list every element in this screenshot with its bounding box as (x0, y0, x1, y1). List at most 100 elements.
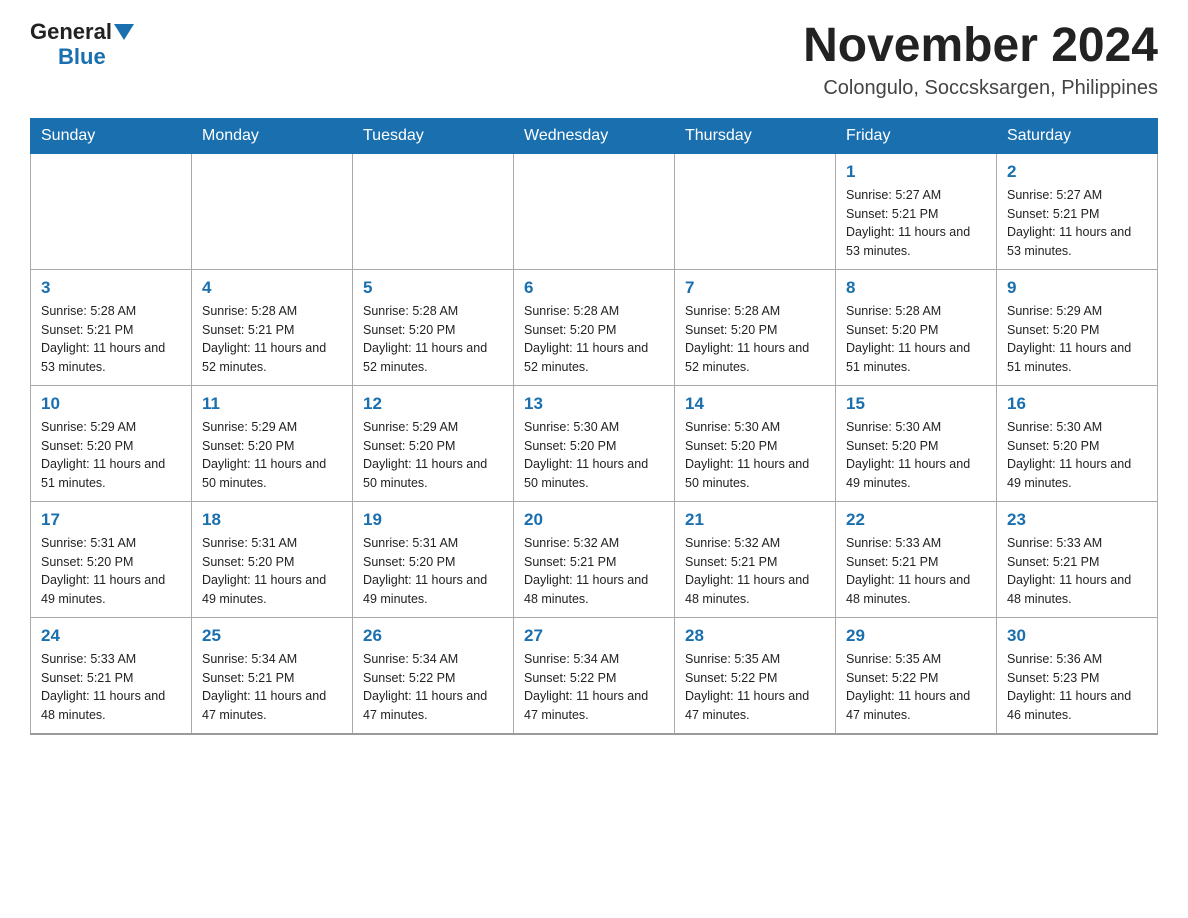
calendar-cell: 26Sunrise: 5:34 AM Sunset: 5:22 PM Dayli… (353, 617, 514, 734)
calendar-cell: 16 Sunrise: 5:30 AM Sunset: 5:20 PM Dayli… (997, 385, 1158, 501)
day-info: Sunrise: 5:29 AM Sunset: 5:20 PM Dayligh… (41, 418, 181, 493)
day-info: Sunrise: 5:30 AM Sunset: 5:20 PM Dayligh… (1007, 418, 1147, 493)
day-number: 21 (685, 510, 825, 530)
col-sunday: Sunday (31, 118, 192, 153)
day-number: 27 (524, 626, 664, 646)
calendar-cell (192, 153, 353, 269)
day-number: 18 (202, 510, 342, 530)
calendar-cell: 9Sunrise: 5:29 AM Sunset: 5:20 PM Daylig… (997, 269, 1158, 385)
day-info: Sunrise: 5:29 AM Sunset: 5:20 PM Dayligh… (1007, 302, 1147, 377)
day-info: Sunrise: 5:36 AM Sunset: 5:23 PM Dayligh… (1007, 650, 1147, 725)
day-info: Sunrise: 5:28 AM Sunset: 5:20 PM Dayligh… (846, 302, 986, 377)
day-info: Sunrise: 5:31 AM Sunset: 5:20 PM Dayligh… (363, 534, 503, 609)
calendar-body: 1 Sunrise: 5:27 AM Sunset: 5:21 PM Daylig… (31, 153, 1158, 734)
day-info: Sunrise: 5:31 AM Sunset: 5:20 PM Dayligh… (41, 534, 181, 609)
day-number: 7 (685, 278, 825, 298)
calendar-cell: 7 Sunrise: 5:28 AM Sunset: 5:20 PM Daylig… (675, 269, 836, 385)
calendar-cell: 28Sunrise: 5:35 AM Sunset: 5:22 PM Dayli… (675, 617, 836, 734)
day-info: Sunrise: 5:33 AM Sunset: 5:21 PM Dayligh… (846, 534, 986, 609)
day-info: Sunrise: 5:32 AM Sunset: 5:21 PM Dayligh… (524, 534, 664, 609)
calendar-cell: 2Sunrise: 5:27 AM Sunset: 5:21 PM Daylig… (997, 153, 1158, 269)
day-number: 17 (41, 510, 181, 530)
calendar-cell: 12 Sunrise: 5:29 AM Sunset: 5:20 PM Dayli… (353, 385, 514, 501)
calendar-cell: 15Sunrise: 5:30 AM Sunset: 5:20 PM Dayli… (836, 385, 997, 501)
day-number: 10 (41, 394, 181, 414)
calendar-cell: 6Sunrise: 5:28 AM Sunset: 5:20 PM Daylig… (514, 269, 675, 385)
day-info: Sunrise: 5:35 AM Sunset: 5:22 PM Dayligh… (846, 650, 986, 725)
col-friday: Friday (836, 118, 997, 153)
calendar-week-3: 10 Sunrise: 5:29 AM Sunset: 5:20 PM Dayli… (31, 385, 1158, 501)
calendar-cell: 17 Sunrise: 5:31 AM Sunset: 5:20 PM Dayli… (31, 501, 192, 617)
day-info: Sunrise: 5:32 AM Sunset: 5:21 PM Dayligh… (685, 534, 825, 609)
calendar-cell: 19 Sunrise: 5:31 AM Sunset: 5:20 PM Dayli… (353, 501, 514, 617)
day-info: Sunrise: 5:35 AM Sunset: 5:22 PM Dayligh… (685, 650, 825, 725)
calendar-cell: 3Sunrise: 5:28 AM Sunset: 5:21 PM Daylig… (31, 269, 192, 385)
day-number: 20 (524, 510, 664, 530)
calendar-cell: 25Sunrise: 5:34 AM Sunset: 5:21 PM Dayli… (192, 617, 353, 734)
calendar-cell: 24Sunrise: 5:33 AM Sunset: 5:21 PM Dayli… (31, 617, 192, 734)
day-number: 29 (846, 626, 986, 646)
calendar-week-4: 17 Sunrise: 5:31 AM Sunset: 5:20 PM Dayli… (31, 501, 1158, 617)
calendar-cell (675, 153, 836, 269)
day-info: Sunrise: 5:27 AM Sunset: 5:21 PM Dayligh… (846, 186, 986, 261)
calendar-cell (353, 153, 514, 269)
calendar-cell: 14Sunrise: 5:30 AM Sunset: 5:20 PM Dayli… (675, 385, 836, 501)
calendar-cell: 1 Sunrise: 5:27 AM Sunset: 5:21 PM Daylig… (836, 153, 997, 269)
calendar-week-2: 3Sunrise: 5:28 AM Sunset: 5:21 PM Daylig… (31, 269, 1158, 385)
day-number: 30 (1007, 626, 1147, 646)
calendar-cell: 10 Sunrise: 5:29 AM Sunset: 5:20 PM Dayli… (31, 385, 192, 501)
day-number: 1 (846, 162, 986, 182)
calendar-cell: 11 Sunrise: 5:29 AM Sunset: 5:20 PM Dayli… (192, 385, 353, 501)
calendar-cell: 21 Sunrise: 5:32 AM Sunset: 5:21 PM Dayli… (675, 501, 836, 617)
header-row: Sunday Monday Tuesday Wednesday Thursday… (31, 118, 1158, 153)
day-number: 16 (1007, 394, 1147, 414)
calendar-cell: 4Sunrise: 5:28 AM Sunset: 5:21 PM Daylig… (192, 269, 353, 385)
day-info: Sunrise: 5:30 AM Sunset: 5:20 PM Dayligh… (846, 418, 986, 493)
day-info: Sunrise: 5:28 AM Sunset: 5:20 PM Dayligh… (363, 302, 503, 377)
day-info: Sunrise: 5:27 AM Sunset: 5:21 PM Dayligh… (1007, 186, 1147, 261)
day-number: 22 (846, 510, 986, 530)
col-thursday: Thursday (675, 118, 836, 153)
day-info: Sunrise: 5:30 AM Sunset: 5:20 PM Dayligh… (524, 418, 664, 493)
day-info: Sunrise: 5:28 AM Sunset: 5:20 PM Dayligh… (685, 302, 825, 377)
calendar-cell: 29 Sunrise: 5:35 AM Sunset: 5:22 PM Dayli… (836, 617, 997, 734)
day-number: 12 (363, 394, 503, 414)
day-number: 6 (524, 278, 664, 298)
calendar-header: Sunday Monday Tuesday Wednesday Thursday… (31, 118, 1158, 153)
day-number: 5 (363, 278, 503, 298)
calendar-cell (31, 153, 192, 269)
calendar-cell: 8 Sunrise: 5:28 AM Sunset: 5:20 PM Daylig… (836, 269, 997, 385)
location-title: Colongulo, Soccsksargen, Philippines (803, 77, 1158, 100)
day-number: 13 (524, 394, 664, 414)
day-info: Sunrise: 5:33 AM Sunset: 5:21 PM Dayligh… (1007, 534, 1147, 609)
col-tuesday: Tuesday (353, 118, 514, 153)
day-info: Sunrise: 5:31 AM Sunset: 5:20 PM Dayligh… (202, 534, 342, 609)
day-info: Sunrise: 5:34 AM Sunset: 5:22 PM Dayligh… (524, 650, 664, 725)
day-info: Sunrise: 5:28 AM Sunset: 5:21 PM Dayligh… (41, 302, 181, 377)
calendar-cell: 13 Sunrise: 5:30 AM Sunset: 5:20 PM Dayli… (514, 385, 675, 501)
calendar-week-1: 1 Sunrise: 5:27 AM Sunset: 5:21 PM Daylig… (31, 153, 1158, 269)
logo-triangle-icon (114, 24, 134, 45)
day-info: Sunrise: 5:34 AM Sunset: 5:21 PM Dayligh… (202, 650, 342, 725)
calendar-cell: 27 Sunrise: 5:34 AM Sunset: 5:22 PM Dayli… (514, 617, 675, 734)
calendar-cell: 23Sunrise: 5:33 AM Sunset: 5:21 PM Dayli… (997, 501, 1158, 617)
calendar-week-5: 24Sunrise: 5:33 AM Sunset: 5:21 PM Dayli… (31, 617, 1158, 734)
day-info: Sunrise: 5:34 AM Sunset: 5:22 PM Dayligh… (363, 650, 503, 725)
logo-blue-text: Blue (58, 45, 106, 69)
col-monday: Monday (192, 118, 353, 153)
day-info: Sunrise: 5:29 AM Sunset: 5:20 PM Dayligh… (363, 418, 503, 493)
day-number: 19 (363, 510, 503, 530)
calendar-cell: 22 Sunrise: 5:33 AM Sunset: 5:21 PM Dayli… (836, 501, 997, 617)
day-number: 24 (41, 626, 181, 646)
day-number: 8 (846, 278, 986, 298)
month-title: November 2024 (803, 20, 1158, 73)
calendar-cell: 30 Sunrise: 5:36 AM Sunset: 5:23 PM Dayli… (997, 617, 1158, 734)
day-number: 11 (202, 394, 342, 414)
col-saturday: Saturday (997, 118, 1158, 153)
day-info: Sunrise: 5:29 AM Sunset: 5:20 PM Dayligh… (202, 418, 342, 493)
title-area: November 2024 Colongulo, Soccsksargen, P… (803, 20, 1158, 100)
calendar-table: Sunday Monday Tuesday Wednesday Thursday… (30, 118, 1158, 735)
day-info: Sunrise: 5:30 AM Sunset: 5:20 PM Dayligh… (685, 418, 825, 493)
calendar-cell (514, 153, 675, 269)
calendar-cell: 20 Sunrise: 5:32 AM Sunset: 5:21 PM Dayli… (514, 501, 675, 617)
